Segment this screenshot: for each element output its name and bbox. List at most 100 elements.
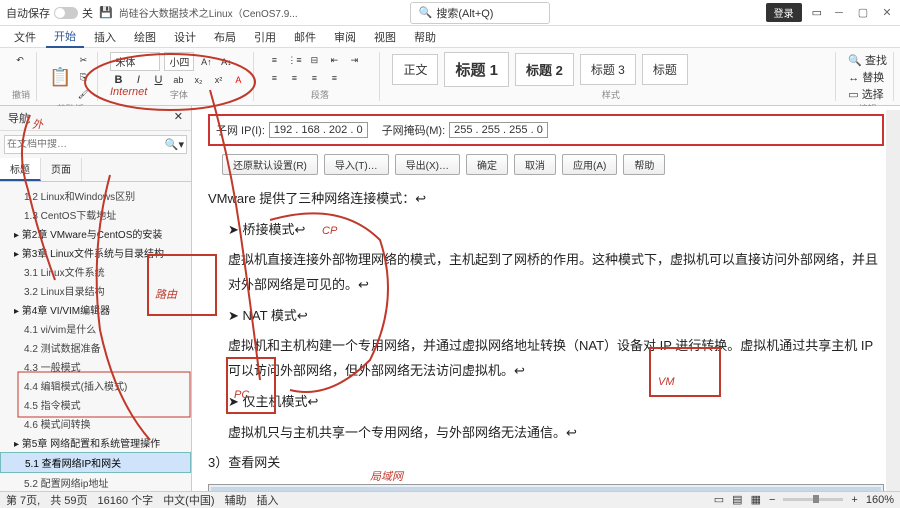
shrink-font-icon[interactable]: A↓ — [218, 54, 234, 70]
export-button[interactable]: 导出(X)… — [395, 154, 460, 175]
import-button[interactable]: 导入(T)… — [324, 154, 389, 175]
cut-icon[interactable]: ✂ — [75, 52, 91, 68]
view-read-icon[interactable]: ▭ — [714, 493, 724, 506]
style-heading2[interactable]: 标题 2 — [515, 53, 574, 86]
tree-item[interactable]: 4.5 指令模式 — [0, 395, 191, 414]
align-center-icon[interactable]: ≡ — [286, 70, 302, 86]
nav-search-input[interactable] — [7, 139, 165, 150]
tree-item[interactable]: ▸ 第5章 网络配置和系统管理操作 — [0, 433, 191, 452]
strike-button[interactable]: ab — [170, 72, 186, 88]
zoom-value[interactable]: 160% — [866, 494, 894, 506]
bullet-hostonly: ➤ 仅主机模式↩ — [208, 390, 884, 415]
tree-item[interactable]: 3.1 Linux文件系统 — [0, 262, 191, 281]
search-box[interactable]: 🔍 搜索(Alt+Q) — [410, 2, 550, 24]
tree-item[interactable]: 1.3 CentOS下载地址 — [0, 205, 191, 224]
outdent-icon[interactable]: ⇤ — [326, 52, 342, 68]
document-area[interactable]: 子网 IP(I): 192 . 168 . 202 . 0 子网掩码(M): 2… — [192, 106, 900, 491]
zoom-slider[interactable] — [783, 498, 843, 501]
menu-layout[interactable]: 布局 — [206, 27, 244, 47]
restore-defaults-button[interactable]: 还原默认设置(R) — [222, 154, 318, 175]
close-button[interactable]: ✕ — [880, 6, 894, 20]
find-button[interactable]: 🔍 查找 — [848, 52, 887, 68]
bold-button[interactable]: B — [110, 72, 126, 88]
bullets-icon[interactable]: ≡ — [266, 52, 282, 68]
tree-item[interactable]: 4.3 一般模式 — [0, 357, 191, 376]
menu-help[interactable]: 帮助 — [406, 27, 444, 47]
justify-icon[interactable]: ≡ — [326, 70, 342, 86]
vertical-scrollbar[interactable] — [886, 110, 900, 491]
numbering-icon[interactable]: ⋮≡ — [286, 52, 302, 68]
menu-file[interactable]: 文件 — [6, 27, 44, 47]
menu-draw[interactable]: 绘图 — [126, 27, 164, 47]
paste-icon[interactable]: 📋 — [49, 67, 71, 88]
undo-icon[interactable]: ↶ — [12, 52, 28, 68]
nav-search-box[interactable]: 🔍▾ — [4, 135, 187, 154]
menu-insert[interactable]: 插入 — [86, 27, 124, 47]
sup-button[interactable]: x² — [210, 72, 226, 88]
tree-item[interactable]: ▸ 第4章 VI/VIM编辑器 — [0, 300, 191, 319]
status-page[interactable]: 第 7页, — [6, 492, 40, 508]
tree-item[interactable]: 3.2 Linux目录结构 — [0, 281, 191, 300]
minimize-button[interactable]: ─ — [832, 6, 846, 20]
cancel-button[interactable]: 取消 — [514, 154, 556, 175]
tree-item[interactable]: ▸ 第2章 VMware与CentOS的安装 — [0, 224, 191, 243]
subnet-mask-value[interactable]: 255 . 255 . 255 . 0 — [449, 122, 548, 138]
font-size-select[interactable]: 小四 — [164, 52, 194, 71]
tree-item[interactable]: 4.4 编辑模式(插入模式) — [0, 376, 191, 395]
zoom-out-icon[interactable]: − — [769, 494, 775, 506]
font-color-button[interactable]: A — [230, 72, 246, 88]
status-pages: 共 59页 — [50, 492, 87, 508]
menu-mailings[interactable]: 邮件 — [286, 27, 324, 47]
style-title[interactable]: 标题 — [642, 54, 688, 85]
menu-home[interactable]: 开始 — [46, 26, 84, 48]
tree-item[interactable]: 5.1 查看网络IP和网关 — [0, 452, 191, 473]
view-web-icon[interactable]: ▦ — [751, 493, 761, 506]
ribbon-mode-icon[interactable]: ▭ — [812, 6, 822, 19]
format-painter-icon[interactable]: 🖌 — [75, 86, 91, 102]
login-button[interactable]: 登录 — [766, 3, 802, 22]
help-button[interactable]: 帮助 — [623, 154, 665, 175]
search-dropdown-icon[interactable]: 🔍▾ — [165, 138, 184, 151]
select-button[interactable]: ▭ 选择 — [848, 86, 887, 102]
indent-icon[interactable]: ⇥ — [346, 52, 362, 68]
nav-close-icon[interactable]: ✕ — [174, 110, 183, 126]
tree-item[interactable]: ▸ 第3章 Linux文件系统与目录结构 — [0, 243, 191, 262]
status-words[interactable]: 16160 个字 — [98, 492, 154, 508]
nav-tab-headings[interactable]: 标题 — [0, 158, 41, 181]
style-normal[interactable]: 正文 — [392, 54, 438, 85]
save-icon[interactable]: 💾 — [99, 6, 113, 19]
tree-item[interactable]: 1.2 Linux和Windows区别 — [0, 186, 191, 205]
align-right-icon[interactable]: ≡ — [306, 70, 322, 86]
ok-button[interactable]: 确定 — [466, 154, 508, 175]
copy-icon[interactable]: ⎘ — [75, 69, 91, 85]
tree-item[interactable]: 4.1 vi/vim是什么 — [0, 319, 191, 338]
nav-tab-pages[interactable]: 页面 — [41, 158, 82, 181]
style-heading1[interactable]: 标题 1 — [444, 52, 509, 87]
underline-button[interactable]: U — [150, 72, 166, 88]
subnet-ip-value[interactable]: 192 . 168 . 202 . 0 — [269, 122, 368, 138]
replace-button[interactable]: ↔ 替换 — [848, 69, 887, 85]
menu-review[interactable]: 审阅 — [326, 27, 364, 47]
apply-button[interactable]: 应用(A) — [562, 154, 617, 175]
paragraph: VMware 提供了三种网络连接模式：↩ — [208, 187, 884, 212]
zoom-in-icon[interactable]: + — [851, 494, 857, 506]
menu-view[interactable]: 视图 — [366, 27, 404, 47]
grow-font-icon[interactable]: A↑ — [198, 54, 214, 70]
ip-config-box: 子网 IP(I): 192 . 168 . 202 . 0 子网掩码(M): 2… — [208, 114, 884, 146]
italic-button[interactable]: I — [130, 72, 146, 88]
menu-design[interactable]: 设计 — [166, 27, 204, 47]
maximize-button[interactable]: ▢ — [856, 6, 870, 20]
subnet-mask-label: 子网掩码(M): — [382, 122, 446, 138]
style-heading3[interactable]: 标题 3 — [580, 54, 636, 85]
menu-references[interactable]: 引用 — [246, 27, 284, 47]
font-family-select[interactable]: 宋体 — [110, 52, 160, 71]
tree-item[interactable]: 4.2 测试数据准备 — [0, 338, 191, 357]
status-ime[interactable]: 中文(中国) — [163, 492, 214, 508]
sub-button[interactable]: x₂ — [190, 72, 206, 88]
view-print-icon[interactable]: ▤ — [732, 493, 742, 506]
multilevel-icon[interactable]: ⊟ — [306, 52, 322, 68]
tree-item[interactable]: 4.6 模式间转换 — [0, 414, 191, 433]
align-left-icon[interactable]: ≡ — [266, 70, 282, 86]
tree-item[interactable]: 5.2 配置网络ip地址 — [0, 473, 191, 491]
auto-save-toggle[interactable]: 自动保存 关 — [6, 5, 93, 21]
